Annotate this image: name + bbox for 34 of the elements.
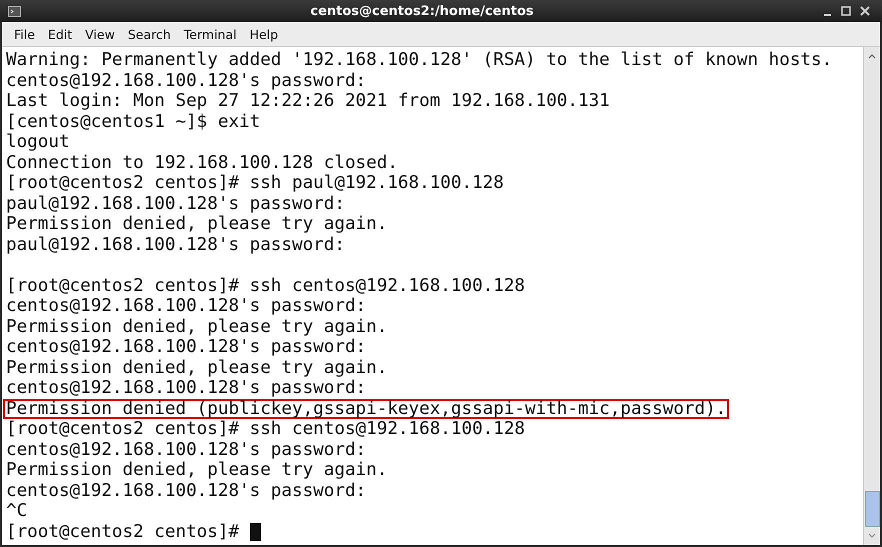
- terminal-line: centos@192.168.100.128's password:: [6, 378, 366, 398]
- scrollbar-thumb[interactable]: [864, 491, 880, 527]
- terminal-line: ^C: [6, 501, 28, 522]
- scrollbar[interactable]: [863, 47, 880, 545]
- menu-item[interactable]: Help: [250, 26, 278, 42]
- terminal-line: centos@192.168.100.128's password:: [6, 296, 366, 316]
- close-icon[interactable]: [860, 6, 870, 16]
- terminal-line: Permission denied, please try again.: [6, 316, 388, 337]
- terminal-line: centos@192.168.100.128's password:: [6, 70, 366, 91]
- menu-item[interactable]: View: [85, 26, 115, 42]
- menu-item[interactable]: Terminal: [184, 26, 237, 42]
- terminal-line: centos@192.168.100.128's password:: [6, 480, 366, 501]
- terminal-line: Permission denied, please try again.: [6, 358, 388, 378]
- terminal-line: Warning: Permanently added '192.168.100.128' (RSA) to the list of known hosts.: [6, 50, 832, 70]
- menu-item[interactable]: Edit: [48, 26, 72, 42]
- menu-item[interactable]: Search: [128, 26, 171, 42]
- menu-item[interactable]: File: [14, 26, 35, 42]
- terminal-line: paul@192.168.100.128's password:: [6, 234, 345, 255]
- terminal-line: centos@192.168.100.128's password:: [6, 440, 366, 460]
- terminal-prompt: [root@centos2 centos]#: [6, 522, 240, 542]
- terminal-line: [root@centos2 centos]# ssh paul@192.168.100.128: [6, 173, 504, 194]
- terminal-line: [root@centos2 centos]# ssh centos@192.168.100.128: [6, 419, 526, 440]
- terminal-line: Permission denied, please try again.: [6, 214, 388, 234]
- terminal-line: [centos@centos1 ~]$ exit: [6, 112, 260, 132]
- terminal-line: Permission denied, please try again.: [6, 460, 388, 480]
- terminal-icon: [8, 6, 21, 16]
- terminal-line: [root@centos2 centos]# ssh centos@192.168.100.128: [6, 276, 526, 296]
- window-title: centos@centos2:/home/centos: [309, 4, 535, 18]
- terminal-line: Last login: Mon Sep 27 12:22:26 2021 from 192.168.100.131: [6, 91, 610, 112]
- maximize-icon[interactable]: [841, 6, 851, 16]
- terminal-line: Connection to 192.168.100.128 closed.: [6, 152, 398, 173]
- terminal-line: paul@192.168.100.128's password:: [6, 194, 345, 214]
- terminal-line: centos@192.168.100.128's password:: [6, 337, 366, 358]
- terminal-line: logout: [6, 132, 70, 152]
